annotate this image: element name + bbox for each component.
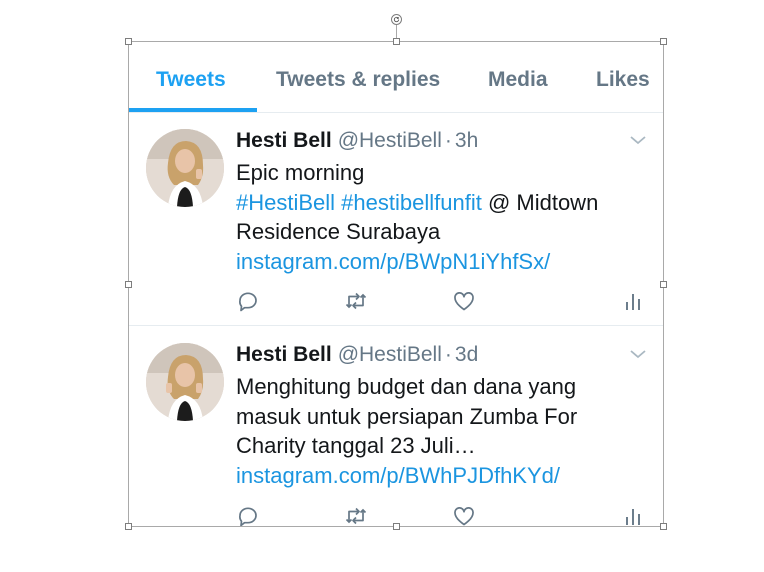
reply-icon (239, 507, 257, 526)
instagram-link[interactable]: instagram.com/p/BWhPJDfhKYd/ (236, 463, 560, 488)
resize-handle-bottom[interactable] (393, 523, 400, 530)
hashtag-link[interactable]: #hestibellfunfit (341, 190, 482, 215)
resize-handle-right[interactable] (660, 281, 667, 288)
tab-tweets[interactable]: Tweets (156, 68, 226, 92)
analytics-button[interactable] (621, 289, 645, 313)
tweet-time[interactable]: 3h (455, 129, 478, 152)
retweet-icon (345, 292, 367, 310)
like-button[interactable] (452, 504, 476, 526)
tweet-text-body: Menghitung budget dan dana yang masuk un… (236, 374, 578, 458)
author-name[interactable]: Hesti Bell (236, 343, 332, 366)
tweet-actions (236, 504, 646, 526)
chevron-down-icon[interactable] (629, 348, 647, 360)
tweet-text: Epic morning #HestiBell #hestibellfunfit… (236, 158, 646, 276)
tweet-item[interactable]: Hesti Bell @HestiBell · 3d Menghitung budge… (129, 326, 663, 526)
analytics-button[interactable] (621, 504, 645, 526)
resize-handle-bottom-left[interactable] (125, 523, 132, 530)
tweet-text: Menghitung budget dan dana yang masuk un… (236, 372, 646, 490)
tweet-time[interactable]: 3d (455, 343, 478, 366)
resize-handle-bottom-right[interactable] (660, 523, 667, 530)
tab-likes[interactable]: Likes (596, 68, 650, 92)
heart-icon (454, 507, 474, 526)
tweet-header: Hesti Bell @HestiBell · 3d (236, 343, 478, 367)
avatar-image (146, 343, 224, 421)
like-button[interactable] (452, 289, 476, 313)
avatar[interactable] (146, 343, 224, 421)
heart-icon (454, 292, 474, 311)
retweet-button[interactable] (344, 504, 368, 526)
analytics-icon (626, 509, 640, 525)
separator-dot: · (444, 343, 452, 366)
reply-icon (239, 292, 257, 312)
avatar-image (146, 129, 224, 207)
avatar[interactable] (146, 129, 224, 207)
retweet-button[interactable] (344, 289, 368, 313)
retweet-icon (345, 507, 367, 525)
twitter-timeline-widget: Tweets Tweets & replies Media Likes Hest… (129, 42, 663, 526)
chevron-down-icon[interactable] (629, 134, 647, 146)
rotate-connector-line (396, 25, 397, 38)
resize-handle-top-right[interactable] (660, 38, 667, 45)
tab-tweets-and-replies[interactable]: Tweets & replies (276, 68, 440, 92)
tweet-actions (236, 289, 646, 313)
author-handle[interactable]: @HestiBell (338, 343, 442, 366)
author-handle[interactable]: @HestiBell (338, 129, 442, 152)
separator-dot: · (444, 129, 452, 152)
rotate-icon (393, 16, 400, 23)
resize-handle-left[interactable] (125, 281, 132, 288)
profile-tabs: Tweets Tweets & replies Media Likes (129, 42, 663, 113)
tweet-header: Hesti Bell @HestiBell · 3h (236, 129, 478, 153)
tab-media[interactable]: Media (488, 68, 548, 92)
resize-handle-top[interactable] (393, 38, 400, 45)
resize-handle-top-left[interactable] (125, 38, 132, 45)
reply-button[interactable] (236, 289, 260, 313)
rotate-handle[interactable] (391, 14, 402, 25)
tweet-item[interactable]: Hesti Bell @HestiBell · 3h Epic morning #He… (129, 112, 663, 326)
tweet-text-body: #HestiBell #hestibellfunfit @ Midtown Re… (236, 188, 646, 277)
instagram-link[interactable]: instagram.com/p/BWpN1iYhfSx/ (236, 249, 550, 274)
hashtag-link[interactable]: #HestiBell (236, 190, 335, 215)
tweet-text-line: Epic morning (236, 160, 365, 185)
analytics-icon (626, 294, 640, 310)
reply-button[interactable] (236, 504, 260, 526)
author-name[interactable]: Hesti Bell (236, 129, 332, 152)
